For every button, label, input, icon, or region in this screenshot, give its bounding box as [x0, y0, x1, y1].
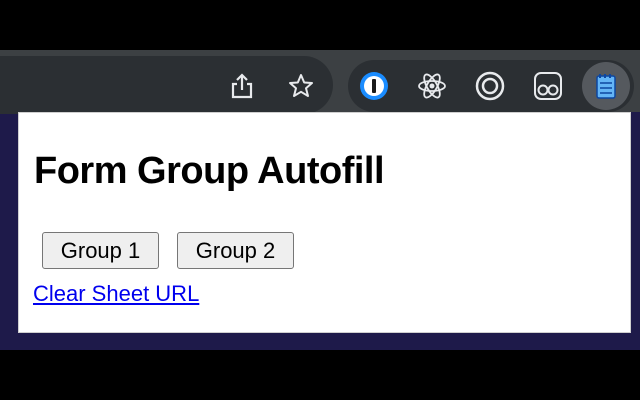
extension-glasses-icon[interactable] — [533, 71, 563, 101]
popup-title: Form Group Autofill — [34, 150, 385, 192]
group-2-button[interactable]: Group 2 — [177, 232, 294, 269]
1password-icon[interactable] — [359, 71, 389, 101]
clear-sheet-url-link[interactable]: Clear Sheet URL — [33, 281, 199, 307]
react-devtools-icon[interactable] — [417, 71, 447, 101]
extension-popup: Form Group Autofill Group 1 Group 2 Clea… — [18, 112, 631, 333]
form-group-autofill-icon[interactable] — [591, 71, 621, 101]
share-icon[interactable] — [227, 71, 257, 101]
extension-ring-icon[interactable] — [475, 71, 505, 101]
address-bar[interactable] — [0, 56, 333, 114]
group-1-button[interactable]: Group 1 — [42, 232, 159, 269]
bookmark-star-icon[interactable] — [286, 71, 316, 101]
